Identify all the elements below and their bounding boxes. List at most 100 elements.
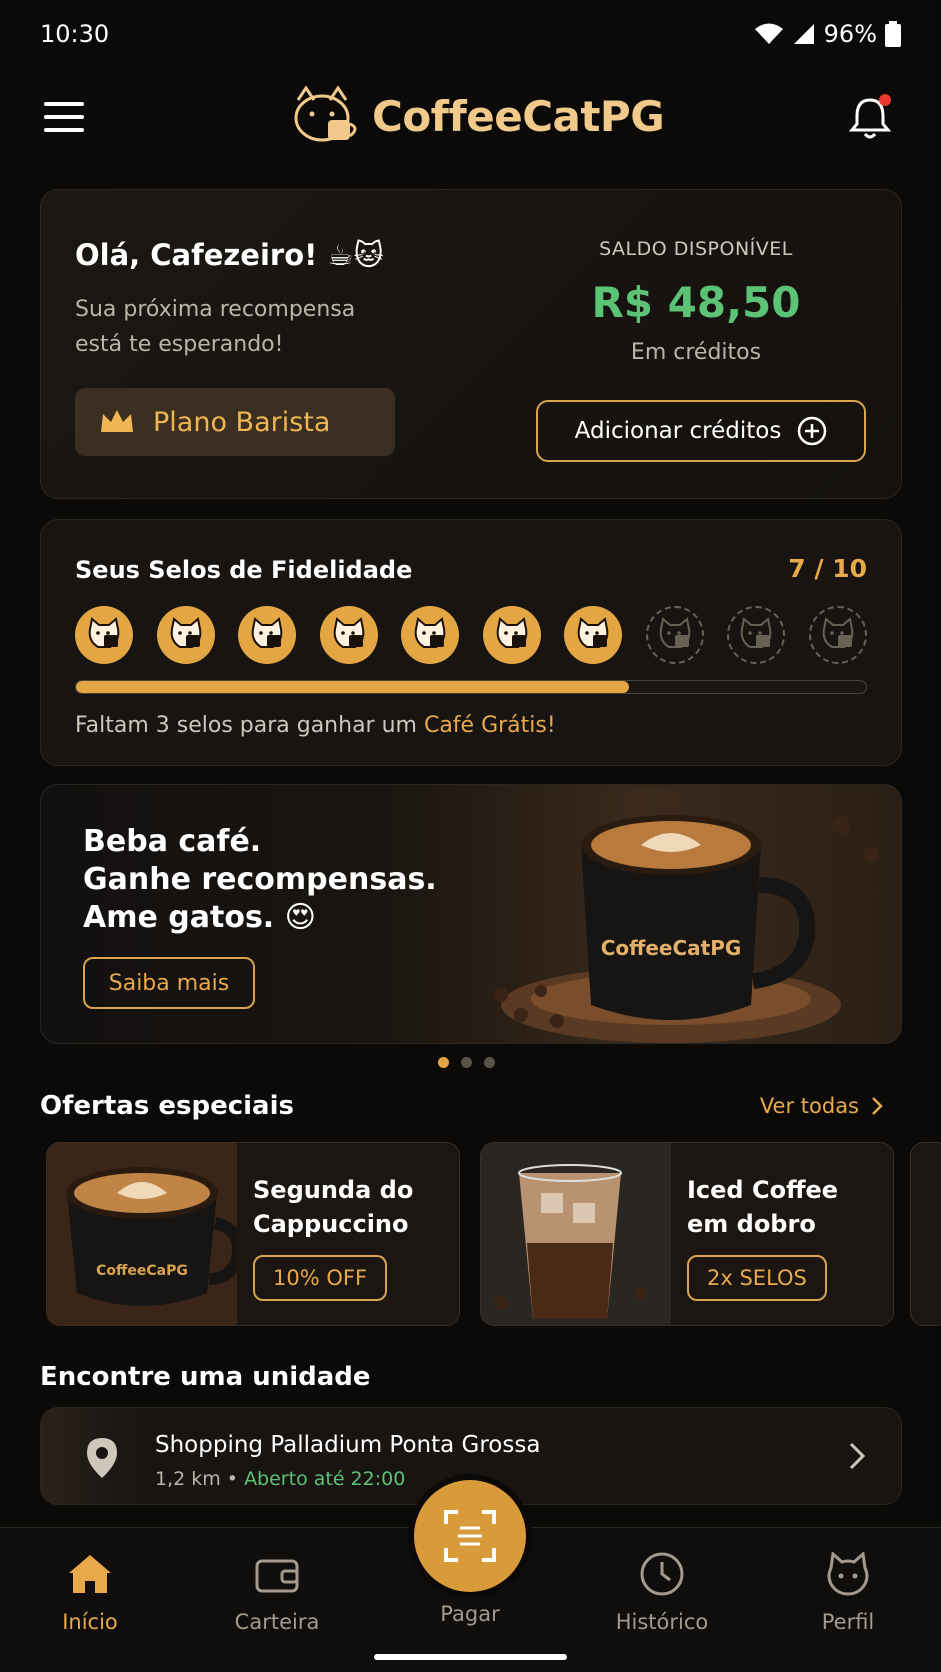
offer-card-peek[interactable] — [910, 1142, 941, 1326]
nav-label-profile: Perfil — [821, 1610, 875, 1634]
stamps-title: Seus Selos de Fidelidade — [75, 556, 413, 584]
mug-brand-text: CoffeeCatPG — [601, 936, 742, 960]
unit-meta: 1,2 km • Aberto até 22:00 — [155, 1468, 405, 1490]
offer-card-iced-coffee[interactable]: Iced Coffee em dobro 2x SELOS — [480, 1142, 894, 1326]
cat-stamp-icon — [659, 617, 691, 648]
unit-distance: 1,2 km • — [155, 1468, 239, 1490]
location-pin-icon — [87, 1438, 117, 1478]
iced-coffee-image — [481, 1143, 671, 1325]
nav-item-wallet[interactable]: Carteira — [217, 1546, 337, 1634]
nav-item-profile[interactable]: Perfil — [788, 1546, 908, 1634]
cat-cup-logo-icon — [294, 86, 357, 142]
stamps-progress-fill — [76, 681, 629, 693]
learn-more-button[interactable]: Saiba mais — [83, 957, 255, 1009]
cat-stamp-icon — [496, 617, 528, 648]
offer-tag: 2x SELOS — [687, 1255, 827, 1301]
battery-icon — [885, 21, 901, 47]
stamp-filled — [482, 606, 541, 664]
stamps-progress-bar — [75, 680, 867, 694]
stamps-count: 7 / 10 — [788, 554, 867, 583]
carousel-indicator — [438, 1057, 495, 1068]
chevron-right-icon — [872, 1097, 883, 1115]
notification-bell-icon[interactable] — [847, 94, 893, 140]
offers-section-title: Ofertas especiais — [40, 1091, 294, 1121]
stamp-filled — [75, 606, 133, 664]
menu-icon[interactable] — [44, 102, 84, 136]
stamps-message: Faltam 3 selos para ganhar um Café Gráti… — [75, 713, 556, 738]
carousel-dot-2[interactable] — [461, 1057, 472, 1068]
greeting: Olá, Cafezeiro! ☕🐱 — [75, 238, 384, 272]
stamp-filled — [238, 606, 297, 664]
stamp-filled — [319, 606, 378, 664]
greeting-subtitle: Sua próxima recompensa está te esperando… — [75, 297, 356, 357]
battery-percent: 96% — [823, 20, 877, 48]
carousel-dot-1[interactable] — [438, 1057, 449, 1068]
cat-stamp-icon — [88, 617, 120, 648]
stamp-filled — [401, 606, 460, 664]
unit-name: Shopping Palladium Ponta Grossa — [155, 1432, 541, 1458]
nav-label-home: Início — [62, 1610, 118, 1634]
nav-label-wallet: Carteira — [234, 1610, 320, 1634]
see-all-label: Ver todas — [759, 1094, 859, 1118]
stamp-empty — [645, 606, 704, 664]
balance-label: SALDO DISPONÍVEL — [599, 238, 793, 260]
banner-line-2: Ganhe recompensas. — [83, 862, 437, 897]
brand-logo: CoffeeCatPG — [290, 86, 665, 146]
stamps-message-reward: Café Grátis! — [423, 713, 556, 738]
cat-profile-icon — [827, 1552, 869, 1596]
stamp-filled — [156, 606, 215, 664]
balance-note: Em créditos — [630, 340, 762, 365]
offer-card-cappuccino[interactable]: CoffeeCaPG Segunda do Cappuccino 10% OFF — [46, 1142, 460, 1326]
nav-label-pay: Pagar — [440, 1602, 500, 1626]
banner-line-3: Ame gatos. 😍 — [83, 900, 316, 935]
cat-stamp-icon — [251, 617, 283, 648]
add-credits-button[interactable]: Adicionar créditos — [536, 400, 866, 462]
stamp-empty — [809, 606, 867, 664]
cup-brand-text: CoffeeCaPG — [96, 1263, 188, 1279]
pay-scan-button[interactable] — [414, 1480, 526, 1592]
signal-icon — [793, 24, 814, 44]
wallet-icon — [255, 1559, 299, 1593]
see-all-offers-link[interactable]: Ver todas — [760, 1094, 883, 1118]
clock-icon — [640, 1552, 684, 1596]
stamp-filled — [564, 606, 623, 664]
chevron-right-icon — [849, 1442, 865, 1470]
stamp-empty — [727, 606, 786, 664]
qr-scan-icon — [444, 1510, 496, 1562]
promo-banner[interactable]: CoffeeCatPG Beba café. Ganhe recompensas… — [40, 784, 902, 1044]
coffee-mug-illustration: CoffeeCatPG — [494, 815, 879, 1043]
gesture-home-bar — [374, 1654, 567, 1660]
plan-name: Plano Barista — [153, 406, 331, 438]
cat-stamp-icon — [578, 617, 609, 648]
plus-circle-icon — [798, 416, 827, 446]
loyalty-stamps-card: Seus Selos de Fidelidade 7 / 10 Faltam 3… — [40, 519, 902, 766]
offer-tag: 10% OFF — [253, 1255, 388, 1301]
nav-item-history[interactable]: Histórico — [602, 1546, 722, 1634]
stamp-row — [75, 606, 867, 664]
units-section-title: Encontre uma unidade — [40, 1362, 371, 1392]
banner-line-1: Beba café. — [83, 824, 262, 859]
nav-item-home[interactable]: Início — [30, 1546, 150, 1634]
notification-dot — [879, 94, 891, 106]
status-time: 10:30 — [40, 20, 110, 48]
wifi-icon — [754, 23, 783, 44]
banner-headline: Beba café. Ganhe recompensas. Ame gatos.… — [83, 823, 437, 937]
add-credits-label: Adicionar créditos — [574, 418, 782, 444]
offer-title: Iced Coffee em dobro — [687, 1176, 839, 1238]
home-icon — [69, 1555, 111, 1593]
unit-hours: Aberto até 22:00 — [244, 1468, 406, 1490]
account-summary-card: Olá, Cafezeiro! ☕🐱 Sua próxima recompens… — [40, 189, 902, 499]
cat-stamp-icon — [414, 617, 446, 648]
balance-value: R$ 48,50 — [591, 278, 801, 327]
cat-stamp-icon — [741, 617, 772, 648]
cat-stamp-icon — [333, 617, 364, 648]
status-bar: 10:30 96% — [0, 0, 941, 70]
carousel-dot-3[interactable] — [484, 1057, 495, 1068]
plan-badge[interactable]: Plano Barista — [75, 388, 395, 456]
brand-name: CoffeeCatPG — [372, 91, 665, 141]
stamps-message-text: Faltam 3 selos para ganhar um — [75, 713, 424, 738]
offer-title: Segunda do Cappuccino — [253, 1176, 414, 1238]
cat-stamp-icon — [822, 617, 854, 648]
status-icons: 96% — [754, 20, 901, 48]
cat-stamp-icon — [170, 617, 201, 648]
